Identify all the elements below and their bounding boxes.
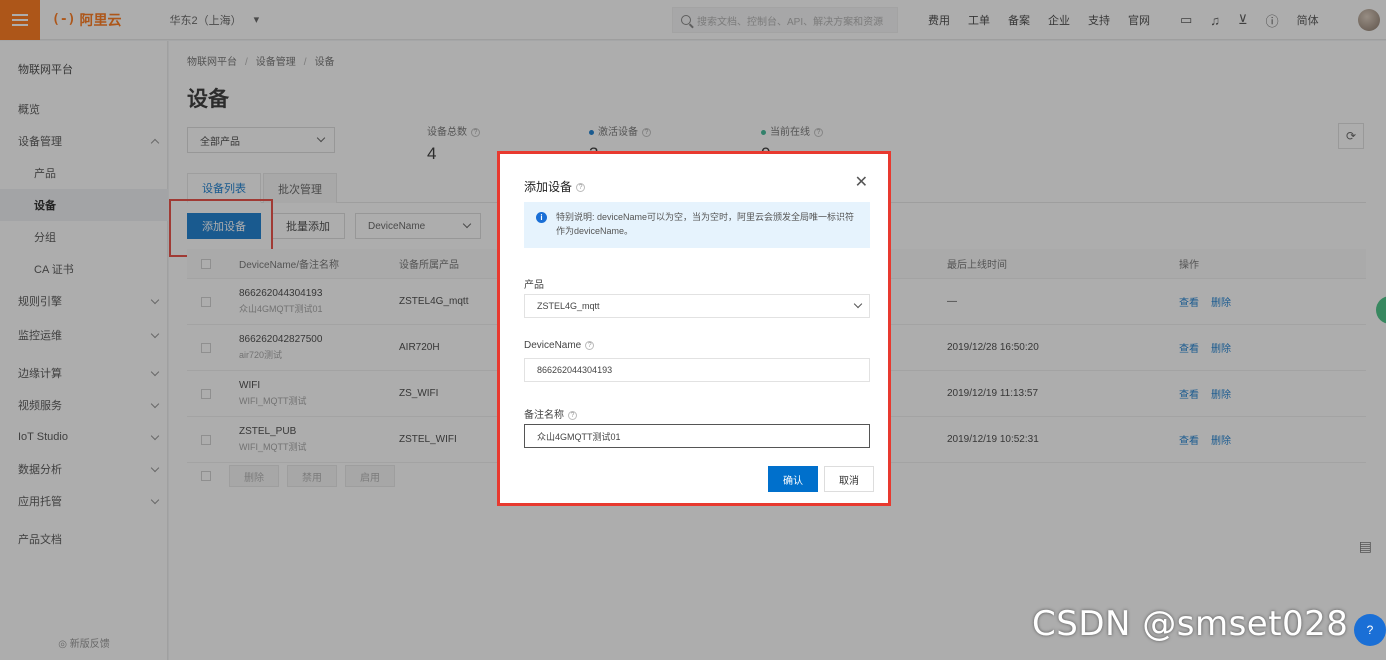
question-icon[interactable]: ? xyxy=(568,410,577,420)
question-icon[interactable]: ? xyxy=(576,183,586,193)
close-icon[interactable]: ✕ xyxy=(855,172,868,192)
help-bubble-icon[interactable]: ? xyxy=(1354,614,1386,646)
product-select[interactable]: ZSTEL4G_mqtt xyxy=(524,294,870,318)
note-label: 备注名称? xyxy=(524,406,577,421)
devicename-input[interactable]: 866262044304193 xyxy=(524,358,870,382)
devicename-label: DeviceName? xyxy=(524,340,595,351)
notice-box: i 特别说明: deviceName可以为空，当为空时，阿里云会颁发全局唯一标识… xyxy=(524,202,870,248)
product-label: 产品 xyxy=(524,280,544,291)
watermark: CSDN @smset028 xyxy=(1032,604,1349,644)
note-input[interactable]: 众山4GMQTT测试01 xyxy=(524,424,870,448)
chevron-down-icon xyxy=(853,299,863,309)
info-icon: i xyxy=(536,212,547,223)
modal-highlight-frame: 添加设备? ✕ i 特别说明: deviceName可以为空，当为空时，阿里云会… xyxy=(497,151,891,506)
add-device-dialog: 添加设备? ✕ i 特别说明: deviceName可以为空，当为空时，阿里云会… xyxy=(506,160,882,497)
cancel-button[interactable]: 取消 xyxy=(824,466,874,492)
question-icon[interactable]: ? xyxy=(585,340,595,350)
dialog-title: 添加设备? xyxy=(524,178,586,195)
confirm-button[interactable]: 确认 xyxy=(768,466,818,492)
